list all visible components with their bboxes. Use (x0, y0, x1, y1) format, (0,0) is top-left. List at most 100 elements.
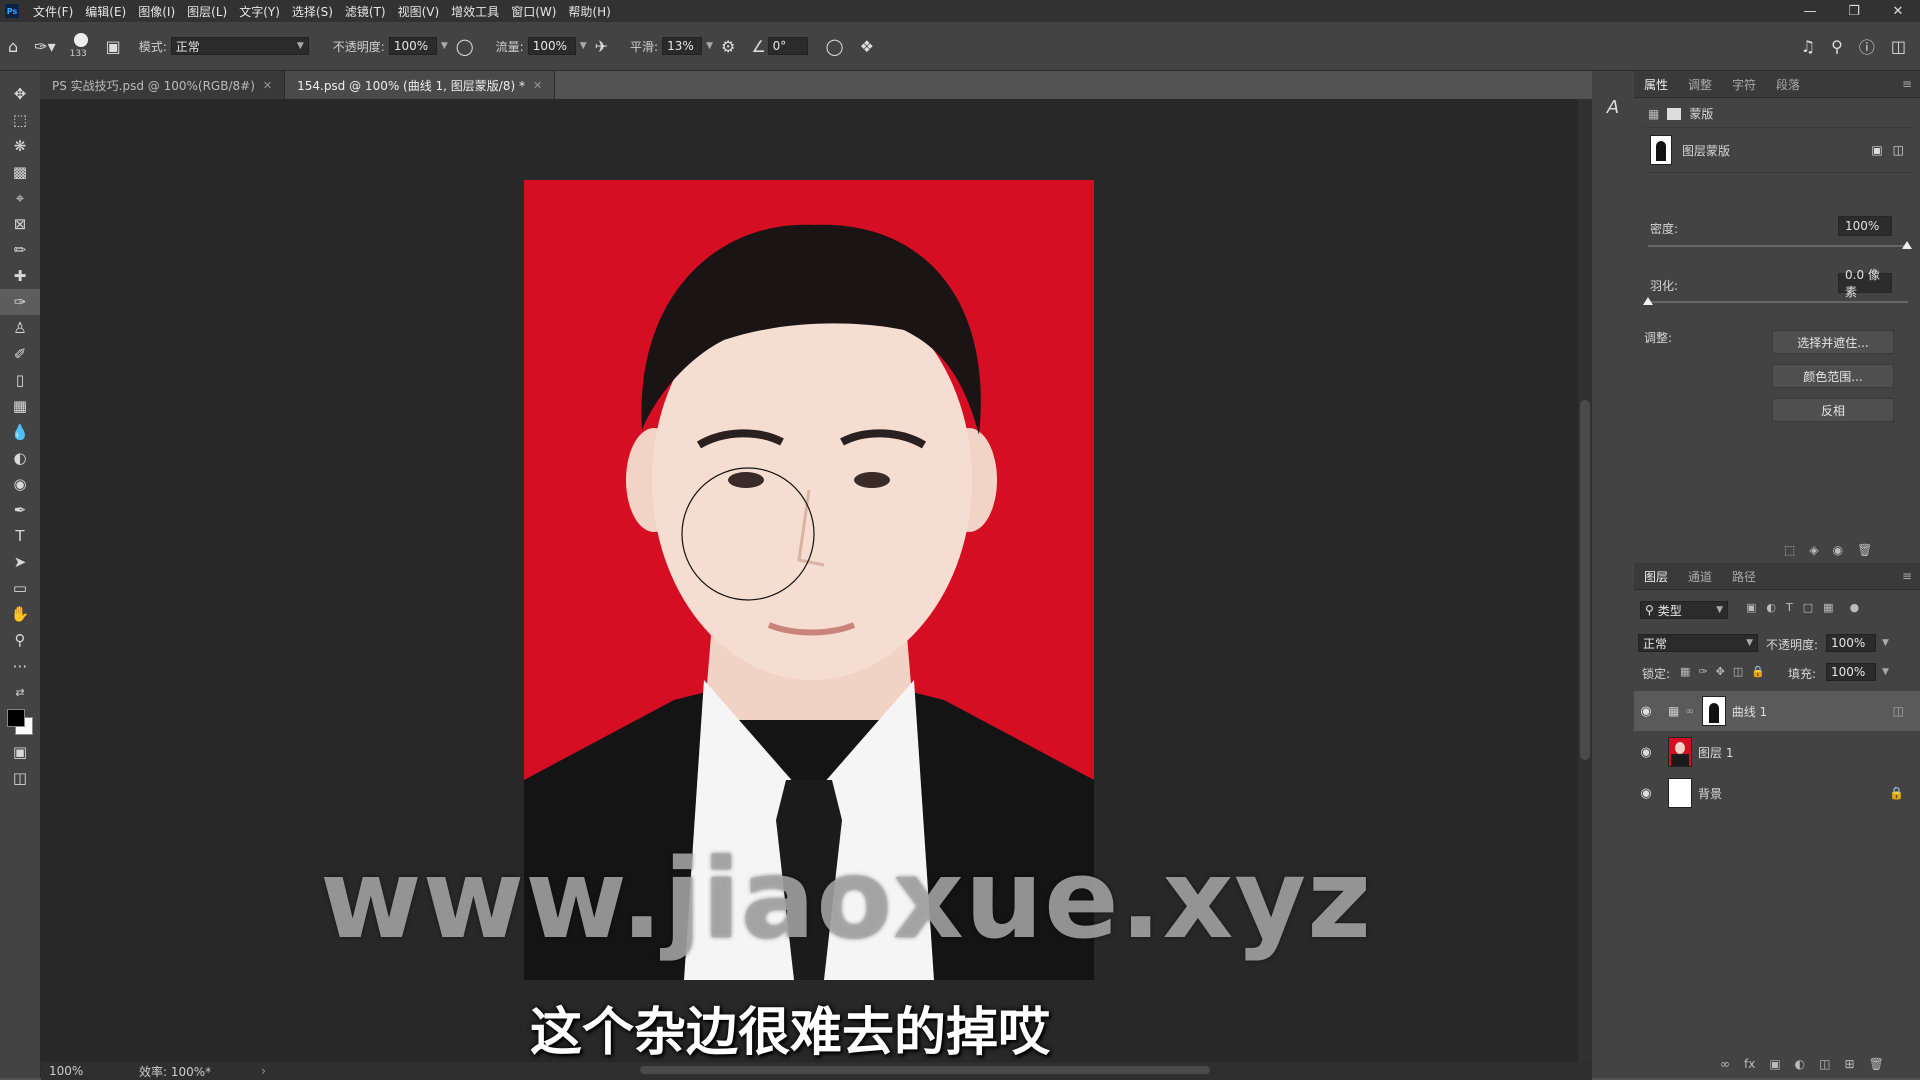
blend-mode-select[interactable]: 正常 ▼ (1638, 634, 1758, 652)
chevron-down-icon[interactable]: ▼ (1882, 638, 1889, 648)
swap-colors-icon[interactable]: ⇄ (0, 679, 40, 705)
home-icon[interactable]: ⌂ (8, 37, 18, 56)
lock-all-icon[interactable]: 🔒 (1751, 665, 1765, 678)
layer-mask-thumbnail[interactable] (1701, 696, 1726, 726)
link-icon[interactable]: ∞ (1685, 706, 1693, 717)
lock-transparent-icon[interactable]: ▦ (1680, 665, 1690, 678)
workspace-icon[interactable]: ◫ (1891, 37, 1906, 56)
restore-button[interactable]: ❐ (1832, 0, 1876, 22)
object-select-tool-icon[interactable]: ▩ (0, 159, 40, 185)
close-icon[interactable]: ✕ (533, 79, 542, 92)
menu-plugins[interactable]: 增效工具 (445, 3, 505, 20)
crop-tool-icon[interactable]: ⌖ (0, 185, 40, 211)
layer-filter-select[interactable]: ⚲ 类型 ▼ (1640, 601, 1728, 619)
smoothing-field[interactable]: 13% (662, 37, 703, 55)
brush-tool-icon[interactable]: ✑ (0, 289, 40, 315)
chevron-down-icon[interactable]: ▼ (441, 41, 448, 51)
lock-position-icon[interactable]: ✥ (1716, 665, 1725, 678)
opacity-field[interactable]: 100% (388, 37, 437, 55)
feather-slider-handle[interactable] (1643, 297, 1653, 305)
layer-name[interactable]: 曲线 1 (1732, 703, 1767, 720)
vertical-scroll-thumb[interactable] (1580, 400, 1590, 760)
tab-paragraph[interactable]: 段落 (1766, 76, 1810, 93)
panel-menu-icon[interactable]: ≡ (1902, 77, 1912, 91)
pressure-opacity-icon[interactable]: ◯ (456, 37, 474, 56)
menu-type[interactable]: 文字(Y) (233, 3, 286, 20)
flow-field[interactable]: 100% (527, 37, 576, 55)
layer-name[interactable]: 背景 (1698, 785, 1722, 802)
menu-help[interactable]: 帮助(H) (562, 3, 616, 20)
menu-select[interactable]: 选择(S) (286, 3, 339, 20)
gear-icon[interactable]: ⚙ (721, 37, 735, 56)
quick-mask-icon[interactable]: ▣ (0, 739, 40, 765)
pressure-size-icon[interactable]: ◯ (826, 37, 844, 56)
menu-layer[interactable]: 图层(L) (181, 3, 233, 20)
layer-opacity-field[interactable]: 100% (1826, 634, 1876, 652)
stamp-tool-icon[interactable]: ♙ (0, 315, 40, 341)
feather-field[interactable]: 0.0 像素 (1838, 268, 1892, 299)
layer-row-background[interactable]: ◉ 背景 🔒 (1634, 773, 1920, 813)
menu-window[interactable]: 窗口(W) (505, 3, 562, 20)
status-menu-arrow-icon[interactable]: › (261, 1064, 266, 1078)
symmetry-icon[interactable]: ❖ (860, 37, 874, 56)
invert-button[interactable]: 反相 (1772, 398, 1894, 422)
menu-filter[interactable]: 滤镜(T) (339, 3, 392, 20)
type-filter-icon[interactable]: T (1786, 601, 1793, 614)
tab-paths[interactable]: 路径 (1722, 568, 1766, 585)
fill-field[interactable]: 100% (1826, 663, 1876, 681)
layer-row-curves[interactable]: ◉ ▦ ∞ 曲线 1 ◫ (1634, 691, 1920, 731)
sponge-tool-icon[interactable]: ◉ (0, 471, 40, 497)
panel-menu-icon[interactable]: ≡ (1902, 569, 1912, 583)
path-select-tool-icon[interactable]: ➤ (0, 549, 40, 575)
color-range-button[interactable]: 颜色范围... (1772, 364, 1894, 388)
add-mask-icon[interactable]: ▣ (1769, 1057, 1780, 1071)
gradient-tool-icon[interactable]: ▦ (0, 393, 40, 419)
document-tab[interactable]: PS 实战技巧.psd @ 100%(RGB/8#) ✕ (40, 71, 286, 99)
layer-name[interactable]: 图层 1 (1698, 744, 1733, 761)
visibility-icon[interactable]: ◉ (1833, 543, 1843, 557)
smart-object-filter-icon[interactable]: ▦ (1823, 601, 1833, 614)
marquee-tool-icon[interactable]: ⬚ (0, 107, 40, 133)
foreground-color-swatch[interactable] (7, 709, 25, 727)
trash-icon[interactable]: 🗑 (1857, 543, 1872, 557)
minimize-button[interactable]: — (1788, 0, 1832, 22)
close-icon[interactable]: ✕ (263, 79, 272, 92)
lock-pixels-icon[interactable]: ✑ (1698, 665, 1707, 678)
document-tab-active[interactable]: 154.psd @ 100% (曲线 1, 图层蒙版/8) * ✕ (285, 71, 556, 99)
lasso-tool-icon[interactable]: ❋ (0, 133, 40, 159)
bell-icon[interactable]: ♫ (1801, 37, 1815, 56)
link-layers-icon[interactable]: ∞ (1720, 1057, 1730, 1071)
angle-field[interactable]: 0° (767, 37, 808, 55)
density-slider-track[interactable] (1648, 245, 1908, 247)
new-group-icon[interactable]: ◫ (1819, 1057, 1830, 1071)
zoom-level[interactable]: 100% (49, 1064, 139, 1078)
load-selection-icon[interactable]: ⬚ (1784, 543, 1795, 557)
color-swatches[interactable] (0, 705, 40, 739)
search-icon[interactable]: ⚲ (1831, 37, 1843, 56)
visibility-eye-icon[interactable]: ◉ (1634, 786, 1658, 801)
visibility-eye-icon[interactable]: ◉ (1634, 704, 1658, 719)
healing-tool-icon[interactable]: ✚ (0, 263, 40, 289)
select-and-mask-button[interactable]: 选择并遮住... (1772, 330, 1894, 354)
close-button[interactable]: ✕ (1876, 0, 1920, 22)
pixel-filter-icon[interactable]: ▣ (1746, 601, 1756, 614)
help-icon[interactable]: ⓘ (1859, 34, 1875, 58)
fx-icon[interactable]: fx (1744, 1057, 1755, 1071)
lock-artboard-icon[interactable]: ◫ (1733, 665, 1743, 678)
glyph-panel-icon[interactable]: A (1592, 97, 1634, 118)
tab-channels[interactable]: 通道 (1678, 568, 1722, 585)
horizontal-scroll-thumb[interactable] (640, 1066, 1210, 1074)
apply-icon[interactable]: ◈ (1809, 543, 1818, 557)
dodge-tool-icon[interactable]: ◐ (0, 445, 40, 471)
density-field[interactable]: 100% (1838, 216, 1892, 236)
shape-filter-icon[interactable]: □ (1803, 601, 1813, 614)
eyedropper-tool-icon[interactable]: ✏ (0, 237, 40, 263)
menu-edit[interactable]: 编辑(E) (79, 3, 132, 20)
adjustment-layer-icon[interactable]: ◐ (1795, 1057, 1805, 1071)
adjustment-filter-icon[interactable]: ◐ (1766, 601, 1776, 614)
type-tool-icon[interactable]: T (0, 523, 40, 549)
menu-file[interactable]: 文件(F) (27, 3, 79, 20)
airbrush-icon[interactable]: ✈ (595, 37, 608, 56)
chevron-down-icon[interactable]: ▼ (706, 41, 713, 51)
tab-character[interactable]: 字符 (1722, 76, 1766, 93)
